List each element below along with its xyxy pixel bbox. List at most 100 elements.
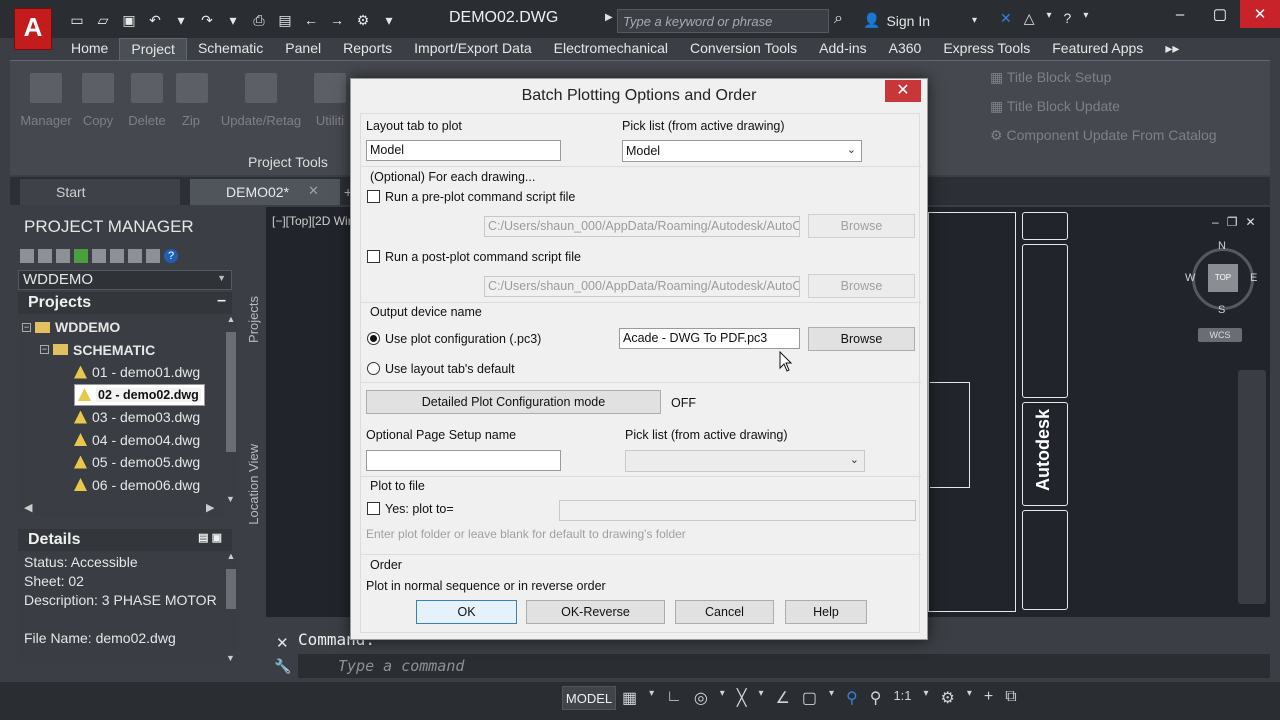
settings-gear-icon[interactable]: ⚙: [352, 10, 374, 30]
tab-reports[interactable]: Reports: [332, 38, 403, 60]
project-icon[interactable]: ▤: [274, 10, 296, 30]
annotation-scale-label[interactable]: 1:1: [893, 688, 911, 708]
tree-item-drawing[interactable]: 04 - demo04.dwg: [74, 429, 200, 451]
redo-dropdown-icon[interactable]: ▾: [222, 10, 244, 30]
autodesk-a360-icon[interactable]: △: [1024, 10, 1035, 27]
isolate-objects-icon[interactable]: ⧉: [1005, 688, 1016, 708]
expand-arrow-icon[interactable]: ▶: [605, 12, 613, 23]
isodraft-icon[interactable]: ╳: [737, 688, 747, 708]
viewcube-top-face[interactable]: TOP: [1208, 264, 1238, 292]
tree-item-drawing[interactable]: 06 - demo06.dwg: [74, 474, 200, 496]
projects-section-header[interactable]: Projects –: [18, 292, 232, 314]
command-input[interactable]: Type a command: [298, 654, 1270, 678]
viewport-restore-icon[interactable]: ❐: [1227, 215, 1238, 229]
scroll-down-icon[interactable]: ▼: [226, 494, 235, 504]
plot-to-file-checkbox[interactable]: [367, 502, 380, 515]
zip-button[interactable]: Zip: [176, 73, 208, 128]
publish-icon[interactable]: [128, 249, 142, 263]
workspace-gear-icon[interactable]: ⚙: [941, 688, 955, 708]
binoculars-icon[interactable]: ⌕: [834, 10, 843, 28]
polar-icon[interactable]: ◎: [694, 688, 708, 708]
dialog-title-bar[interactable]: Batch Plotting Options and Order ✕: [351, 79, 927, 113]
copy-button[interactable]: Copy: [78, 73, 118, 128]
layout-tab-input[interactable]: Model: [366, 140, 561, 161]
tab-featured-apps[interactable]: Featured Apps: [1041, 38, 1154, 60]
chevron-down-icon[interactable]: ▾: [720, 688, 725, 708]
undo-dropdown-icon[interactable]: ▾: [170, 10, 192, 30]
ortho-icon[interactable]: ∟: [666, 688, 682, 708]
back-arrow-icon[interactable]: ←: [300, 10, 322, 30]
tab-import-export-data[interactable]: Import/Export Data: [403, 38, 543, 60]
dialog-close-icon[interactable]: ✕: [885, 80, 921, 102]
plot-to-file-input[interactable]: [559, 500, 916, 521]
tab-location-view-side[interactable]: Location View: [246, 444, 261, 525]
postplot-browse-button[interactable]: Browse: [808, 274, 915, 298]
tree-vertical-scrollbar[interactable]: ▲ ▼: [224, 314, 238, 504]
tab-panel[interactable]: Panel: [274, 38, 332, 60]
new-project-icon[interactable]: [38, 249, 52, 263]
refresh-icon[interactable]: [74, 249, 88, 263]
open-project-icon[interactable]: [20, 249, 34, 263]
tree-item-project[interactable]: − WDDEMO: [22, 316, 120, 338]
chevron-down-icon[interactable]: ▾: [758, 688, 763, 708]
viewport-controls-label[interactable]: [−][Top][2D Wir: [272, 214, 352, 228]
application-menu-button[interactable]: A: [14, 8, 52, 50]
object-snap-tracking-icon[interactable]: ∠: [776, 688, 790, 708]
scroll-up-icon[interactable]: ▲: [224, 314, 238, 324]
viewport-close-icon[interactable]: ✕: [1245, 215, 1255, 229]
scroll-thumb[interactable]: [226, 332, 236, 452]
forward-arrow-icon[interactable]: →: [326, 10, 348, 30]
title-block-setup-button[interactable]: ▦ Title Block Setup: [990, 69, 1111, 86]
chevron-down-icon[interactable]: ▾: [1047, 10, 1052, 27]
tab-projects-side[interactable]: Projects: [246, 296, 261, 343]
details-section-header[interactable]: Details ▤ ▣: [18, 529, 232, 551]
annotation-autoscale-icon[interactable]: ⚲: [870, 688, 882, 708]
wcs-menu[interactable]: WCS: [1198, 328, 1242, 342]
compass-north[interactable]: N: [1218, 240, 1226, 252]
postplot-path-input[interactable]: C:/Users/shaun_000/AppData/Roaming/Autod…: [484, 276, 800, 297]
annotation-visibility-icon[interactable]: ⚲: [846, 688, 858, 708]
collapse-icon[interactable]: –: [217, 292, 226, 310]
scroll-down-icon[interactable]: ▼: [226, 653, 235, 663]
tab-electromechanical[interactable]: Electromechanical: [543, 38, 679, 60]
ok-button[interactable]: OK: [416, 600, 517, 624]
compass-west[interactable]: W: [1185, 272, 1195, 284]
pc3-browse-button[interactable]: Browse: [808, 327, 915, 351]
cancel-button[interactable]: Cancel: [675, 600, 774, 624]
tree-item-folder[interactable]: − SCHEMATIC: [40, 339, 155, 361]
manager-button[interactable]: Manager: [16, 73, 76, 128]
chevron-down-icon[interactable]: ▾: [924, 688, 929, 708]
chevron-down-icon[interactable]: ▾: [1083, 10, 1088, 27]
save-icon[interactable]: ▣: [118, 10, 140, 30]
preplot-browse-button[interactable]: Browse: [808, 214, 915, 238]
customize-dropdown-icon[interactable]: ▾: [378, 10, 400, 30]
tree-item-drawing[interactable]: 05 - demo05.dwg: [74, 451, 200, 473]
utilities-button[interactable]: Utiliti: [310, 73, 350, 128]
scroll-up-icon[interactable]: ▲: [224, 551, 238, 561]
use-pc3-radio[interactable]: [367, 332, 380, 345]
project-selector[interactable]: WDDEMO ▼: [18, 270, 232, 290]
compass-south[interactable]: S: [1218, 304, 1225, 316]
tree-item-drawing[interactable]: 02 - demo02.dwg: [74, 383, 205, 406]
pick-list-select[interactable]: Model ⌄: [622, 140, 862, 162]
ok-reverse-button[interactable]: OK-Reverse: [526, 600, 665, 624]
tab-conversion-tools[interactable]: Conversion Tools: [679, 38, 808, 60]
tab-schematic[interactable]: Schematic: [187, 38, 274, 60]
redo-icon[interactable]: ↷: [196, 10, 218, 30]
delete-button[interactable]: Delete: [122, 73, 172, 128]
chevron-down-icon[interactable]: ▾: [829, 688, 834, 708]
grid-icon[interactable]: ▦: [622, 688, 637, 708]
viewport-minimize-icon[interactable]: –: [1212, 215, 1219, 229]
tab-express-tools[interactable]: Express Tools: [932, 38, 1041, 60]
collapse-icon[interactable]: −: [22, 322, 31, 332]
maximize-icon[interactable]: ▢: [1200, 0, 1240, 28]
tab-add-ins[interactable]: Add-ins: [808, 38, 877, 60]
tab-start[interactable]: Start: [20, 179, 180, 205]
project-settings-icon[interactable]: [110, 249, 124, 263]
wrench-icon[interactable]: 🔧: [274, 658, 291, 675]
tree-item-drawing[interactable]: 01 - demo01.dwg: [74, 361, 200, 383]
undo-icon[interactable]: ↶: [144, 10, 166, 30]
details-scrollbar[interactable]: ▲ ▼: [224, 551, 238, 663]
close-icon[interactable]: ✕: [1240, 0, 1280, 28]
postplot-checkbox[interactable]: [367, 250, 380, 263]
